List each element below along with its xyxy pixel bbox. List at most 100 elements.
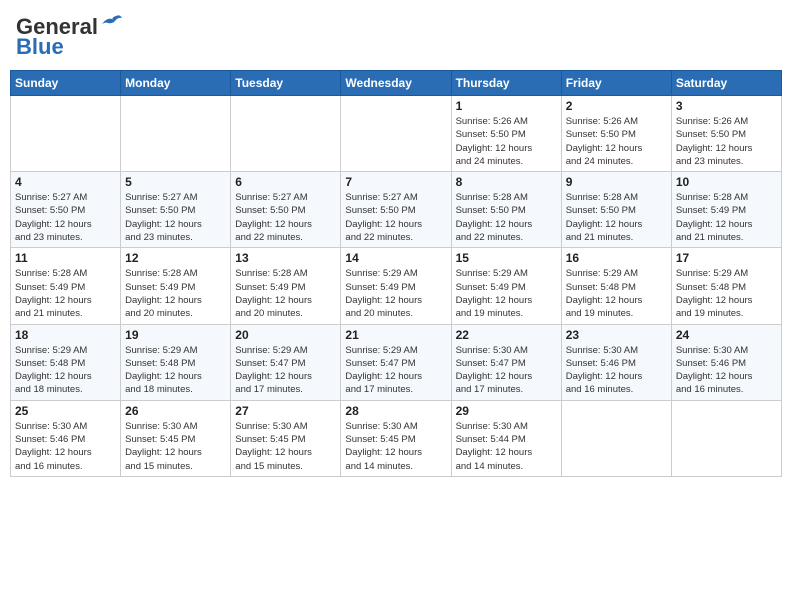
calendar-cell: 18 Sunrise: 5:29 AM Sunset: 5:48 PM Dayli… — [11, 324, 121, 400]
day-number: 4 — [15, 175, 116, 189]
day-detail: Sunrise: 5:29 AM Sunset: 5:48 PM Dayligh… — [566, 267, 667, 320]
calendar-week-row: 4 Sunrise: 5:27 AM Sunset: 5:50 PM Daylig… — [11, 172, 782, 248]
calendar-cell — [121, 96, 231, 172]
day-detail: Sunrise: 5:27 AM Sunset: 5:50 PM Dayligh… — [235, 191, 336, 244]
day-detail: Sunrise: 5:29 AM Sunset: 5:48 PM Dayligh… — [15, 344, 116, 397]
logo-blue: Blue — [16, 34, 64, 60]
day-detail: Sunrise: 5:26 AM Sunset: 5:50 PM Dayligh… — [566, 115, 667, 168]
calendar-cell: 1Sunrise: 5:26 AM Sunset: 5:50 PM Daylig… — [451, 96, 561, 172]
day-number: 11 — [15, 251, 116, 265]
calendar-cell: 20 Sunrise: 5:29 AM Sunset: 5:47 PM Dayli… — [231, 324, 341, 400]
day-detail: Sunrise: 5:30 AM Sunset: 5:45 PM Dayligh… — [345, 420, 446, 473]
day-detail: Sunrise: 5:30 AM Sunset: 5:45 PM Dayligh… — [235, 420, 336, 473]
day-detail: Sunrise: 5:28 AM Sunset: 5:49 PM Dayligh… — [235, 267, 336, 320]
calendar-cell: 19 Sunrise: 5:29 AM Sunset: 5:48 PM Dayli… — [121, 324, 231, 400]
day-detail: Sunrise: 5:30 AM Sunset: 5:44 PM Dayligh… — [456, 420, 557, 473]
col-header-monday: Monday — [121, 71, 231, 96]
logo-bird-icon — [100, 14, 122, 32]
day-number: 29 — [456, 404, 557, 418]
calendar-cell: 14 Sunrise: 5:29 AM Sunset: 5:49 PM Dayli… — [341, 248, 451, 324]
day-detail: Sunrise: 5:27 AM Sunset: 5:50 PM Dayligh… — [125, 191, 226, 244]
day-detail: Sunrise: 5:30 AM Sunset: 5:45 PM Dayligh… — [125, 420, 226, 473]
calendar-cell: 9Sunrise: 5:28 AM Sunset: 5:50 PM Daylig… — [561, 172, 671, 248]
col-header-saturday: Saturday — [671, 71, 781, 96]
day-number: 7 — [345, 175, 446, 189]
calendar-cell: 23Sunrise: 5:30 AM Sunset: 5:46 PM Dayli… — [561, 324, 671, 400]
calendar-table: SundayMondayTuesdayWednesdayThursdayFrid… — [10, 70, 782, 477]
day-detail: Sunrise: 5:29 AM Sunset: 5:48 PM Dayligh… — [676, 267, 777, 320]
calendar-cell: 5Sunrise: 5:27 AM Sunset: 5:50 PM Daylig… — [121, 172, 231, 248]
calendar-cell: 16 Sunrise: 5:29 AM Sunset: 5:48 PM Dayli… — [561, 248, 671, 324]
calendar-cell: 13 Sunrise: 5:28 AM Sunset: 5:49 PM Dayli… — [231, 248, 341, 324]
calendar-cell: 6 Sunrise: 5:27 AM Sunset: 5:50 PM Daylig… — [231, 172, 341, 248]
calendar-cell: 10 Sunrise: 5:28 AM Sunset: 5:49 PM Dayli… — [671, 172, 781, 248]
calendar-cell — [341, 96, 451, 172]
calendar-cell: 22Sunrise: 5:30 AM Sunset: 5:47 PM Dayli… — [451, 324, 561, 400]
calendar-cell: 11 Sunrise: 5:28 AM Sunset: 5:49 PM Dayli… — [11, 248, 121, 324]
calendar-cell: 8Sunrise: 5:28 AM Sunset: 5:50 PM Daylig… — [451, 172, 561, 248]
calendar-cell — [231, 96, 341, 172]
day-detail: Sunrise: 5:28 AM Sunset: 5:50 PM Dayligh… — [456, 191, 557, 244]
calendar-cell: 4 Sunrise: 5:27 AM Sunset: 5:50 PM Daylig… — [11, 172, 121, 248]
day-detail: Sunrise: 5:26 AM Sunset: 5:50 PM Dayligh… — [676, 115, 777, 168]
day-detail: Sunrise: 5:27 AM Sunset: 5:50 PM Dayligh… — [15, 191, 116, 244]
calendar-cell: 26 Sunrise: 5:30 AM Sunset: 5:45 PM Dayli… — [121, 400, 231, 476]
calendar-cell: 24 Sunrise: 5:30 AM Sunset: 5:46 PM Dayli… — [671, 324, 781, 400]
day-number: 21 — [345, 328, 446, 342]
day-detail: Sunrise: 5:28 AM Sunset: 5:49 PM Dayligh… — [15, 267, 116, 320]
day-number: 15 — [456, 251, 557, 265]
day-detail: Sunrise: 5:30 AM Sunset: 5:46 PM Dayligh… — [566, 344, 667, 397]
calendar-cell: 21 Sunrise: 5:29 AM Sunset: 5:47 PM Dayli… — [341, 324, 451, 400]
page-header: General Blue — [10, 10, 782, 64]
day-number: 25 — [15, 404, 116, 418]
day-number: 18 — [15, 328, 116, 342]
calendar-cell: 25 Sunrise: 5:30 AM Sunset: 5:46 PM Dayli… — [11, 400, 121, 476]
day-detail: Sunrise: 5:29 AM Sunset: 5:48 PM Dayligh… — [125, 344, 226, 397]
day-number: 3 — [676, 99, 777, 113]
day-number: 13 — [235, 251, 336, 265]
day-detail: Sunrise: 5:29 AM Sunset: 5:47 PM Dayligh… — [345, 344, 446, 397]
day-detail: Sunrise: 5:30 AM Sunset: 5:46 PM Dayligh… — [15, 420, 116, 473]
day-number: 17 — [676, 251, 777, 265]
calendar-cell — [11, 96, 121, 172]
day-detail: Sunrise: 5:28 AM Sunset: 5:49 PM Dayligh… — [676, 191, 777, 244]
day-number: 20 — [235, 328, 336, 342]
day-number: 28 — [345, 404, 446, 418]
day-number: 16 — [566, 251, 667, 265]
calendar-cell: 15 Sunrise: 5:29 AM Sunset: 5:49 PM Dayli… — [451, 248, 561, 324]
col-header-tuesday: Tuesday — [231, 71, 341, 96]
day-detail: Sunrise: 5:29 AM Sunset: 5:49 PM Dayligh… — [456, 267, 557, 320]
day-number: 19 — [125, 328, 226, 342]
day-number: 14 — [345, 251, 446, 265]
day-number: 26 — [125, 404, 226, 418]
calendar-cell — [561, 400, 671, 476]
calendar-week-row: 18 Sunrise: 5:29 AM Sunset: 5:48 PM Dayli… — [11, 324, 782, 400]
day-detail: Sunrise: 5:27 AM Sunset: 5:50 PM Dayligh… — [345, 191, 446, 244]
calendar-cell: 2 Sunrise: 5:26 AM Sunset: 5:50 PM Daylig… — [561, 96, 671, 172]
calendar-cell — [671, 400, 781, 476]
calendar-cell: 27 Sunrise: 5:30 AM Sunset: 5:45 PM Dayli… — [231, 400, 341, 476]
calendar-cell: 28 Sunrise: 5:30 AM Sunset: 5:45 PM Dayli… — [341, 400, 451, 476]
day-number: 10 — [676, 175, 777, 189]
day-number: 6 — [235, 175, 336, 189]
calendar-week-row: 1Sunrise: 5:26 AM Sunset: 5:50 PM Daylig… — [11, 96, 782, 172]
day-detail: Sunrise: 5:30 AM Sunset: 5:46 PM Dayligh… — [676, 344, 777, 397]
col-header-thursday: Thursday — [451, 71, 561, 96]
day-number: 12 — [125, 251, 226, 265]
day-detail: Sunrise: 5:30 AM Sunset: 5:47 PM Dayligh… — [456, 344, 557, 397]
col-header-sunday: Sunday — [11, 71, 121, 96]
day-detail: Sunrise: 5:29 AM Sunset: 5:47 PM Dayligh… — [235, 344, 336, 397]
day-detail: Sunrise: 5:29 AM Sunset: 5:49 PM Dayligh… — [345, 267, 446, 320]
day-detail: Sunrise: 5:28 AM Sunset: 5:49 PM Dayligh… — [125, 267, 226, 320]
calendar-cell: 29 Sunrise: 5:30 AM Sunset: 5:44 PM Dayli… — [451, 400, 561, 476]
day-number: 27 — [235, 404, 336, 418]
day-detail: Sunrise: 5:26 AM Sunset: 5:50 PM Dayligh… — [456, 115, 557, 168]
calendar-cell: 7 Sunrise: 5:27 AM Sunset: 5:50 PM Daylig… — [341, 172, 451, 248]
col-header-friday: Friday — [561, 71, 671, 96]
logo: General Blue — [16, 14, 122, 60]
day-number: 24 — [676, 328, 777, 342]
day-number: 9 — [566, 175, 667, 189]
calendar-header-row: SundayMondayTuesdayWednesdayThursdayFrid… — [11, 71, 782, 96]
day-number: 2 — [566, 99, 667, 113]
calendar-week-row: 11 Sunrise: 5:28 AM Sunset: 5:49 PM Dayli… — [11, 248, 782, 324]
